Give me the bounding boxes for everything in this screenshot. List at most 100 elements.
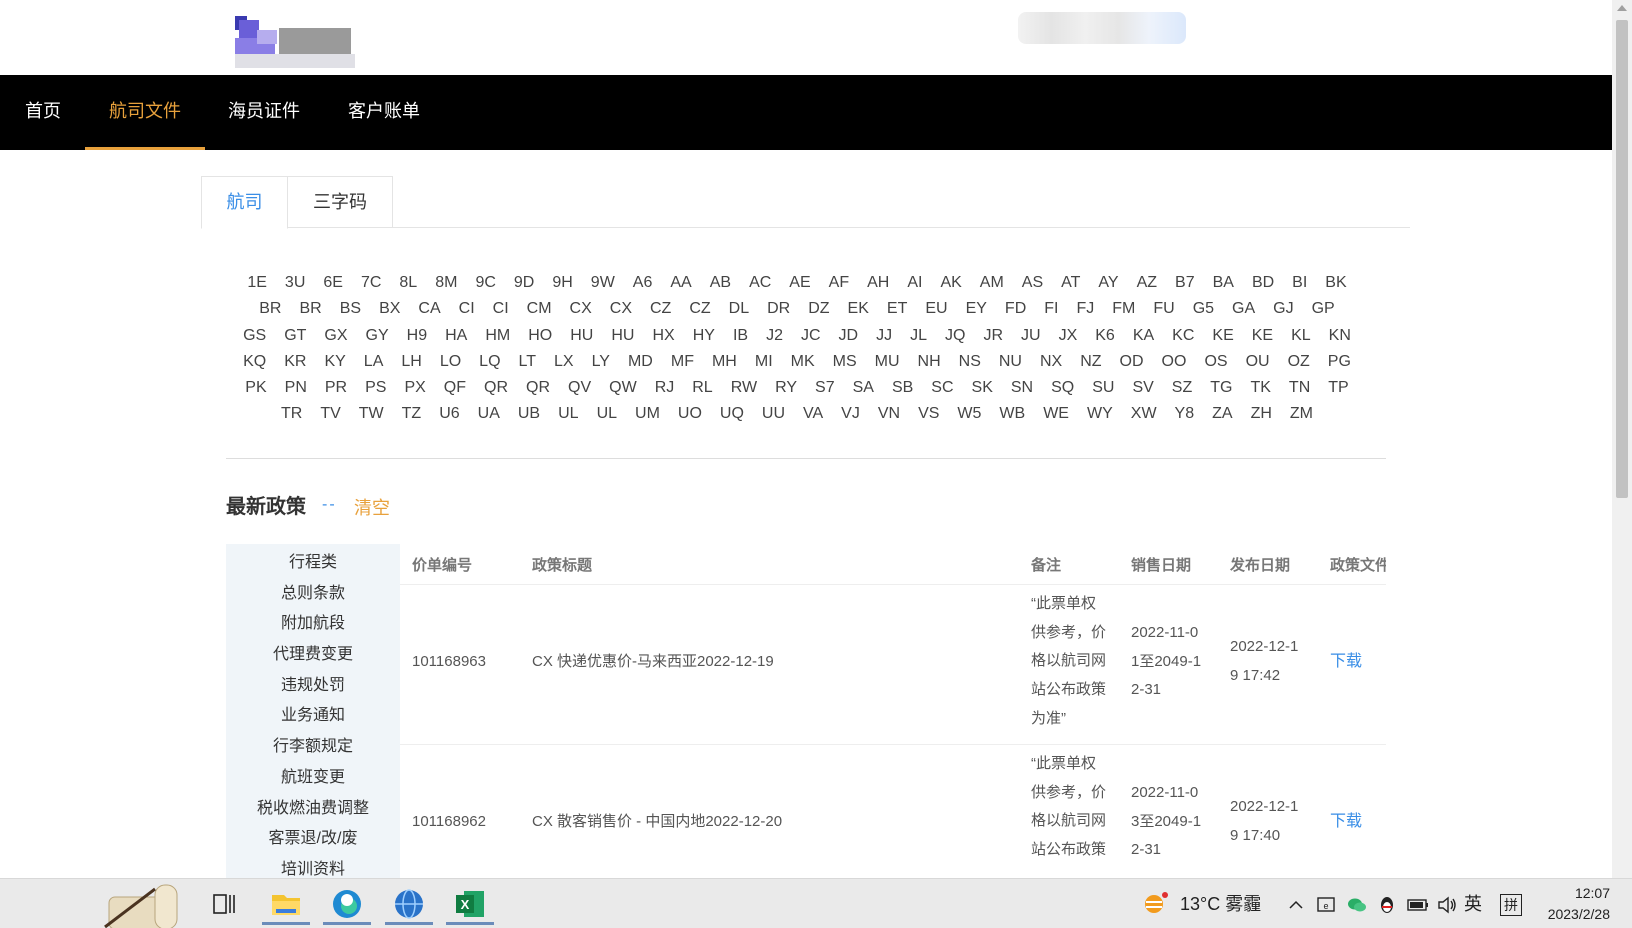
airline-code-link[interactable]: FM — [1112, 296, 1135, 322]
airline-code-link[interactable]: NU — [999, 349, 1022, 375]
category-item[interactable]: 行程类 — [226, 548, 400, 579]
airline-code-link[interactable]: AH — [867, 270, 889, 296]
airline-code-link[interactable]: KR — [284, 349, 306, 375]
airline-code-link[interactable]: RL — [692, 375, 712, 401]
airline-code-link[interactable]: DR — [767, 296, 790, 322]
airline-code-link[interactable]: BK — [1325, 270, 1346, 296]
airline-code-link[interactable]: MS — [833, 349, 857, 375]
airline-code-link[interactable]: 6E — [323, 270, 343, 296]
user-info[interactable] — [1018, 12, 1186, 44]
airline-code-link[interactable]: UA — [478, 401, 500, 427]
site-logo[interactable] — [235, 8, 360, 73]
airline-code-link[interactable]: VJ — [841, 401, 860, 427]
file-explorer-icon[interactable] — [262, 883, 310, 925]
airline-code-link[interactable]: U6 — [439, 401, 459, 427]
nav-seaman-certificates[interactable]: 海员证件 — [222, 75, 306, 150]
airline-code-link[interactable]: HX — [652, 323, 674, 349]
airline-code-link[interactable]: MU — [875, 349, 900, 375]
airline-code-link[interactable]: TW — [359, 401, 384, 427]
airline-code-link[interactable]: ZH — [1251, 401, 1272, 427]
airline-code-link[interactable]: SQ — [1051, 375, 1074, 401]
download-link[interactable]: 下载 — [1330, 648, 1362, 677]
airline-code-link[interactable]: HU — [611, 323, 634, 349]
airline-code-link[interactable]: EK — [848, 296, 869, 322]
airline-code-link[interactable]: 8L — [399, 270, 417, 296]
airline-code-link[interactable]: CI — [459, 296, 475, 322]
ime-language[interactable]: 英 — [1464, 879, 1482, 928]
excel-icon[interactable]: X — [446, 883, 494, 925]
airline-code-link[interactable]: AC — [749, 270, 771, 296]
airline-code-link[interactable]: OZ — [1288, 349, 1310, 375]
airline-code-link[interactable]: DZ — [808, 296, 829, 322]
airline-code-link[interactable]: PG — [1328, 349, 1351, 375]
airline-code-link[interactable]: AY — [1098, 270, 1118, 296]
airline-code-link[interactable]: KC — [1172, 323, 1194, 349]
airline-code-link[interactable]: BS — [340, 296, 361, 322]
airline-code-link[interactable]: SA — [853, 375, 874, 401]
airline-code-link[interactable]: QW — [609, 375, 637, 401]
category-item[interactable]: 航班变更 — [226, 763, 400, 794]
policy-title[interactable]: CX 快递优惠价-马来西亚2022-12-19 — [532, 648, 774, 677]
airline-code-link[interactable]: BR — [259, 296, 281, 322]
airline-code-link[interactable]: TN — [1289, 375, 1310, 401]
airline-code-link[interactable]: FU — [1153, 296, 1174, 322]
airline-code-link[interactable]: GP — [1312, 296, 1335, 322]
clear-button[interactable]: 清空 — [354, 494, 390, 520]
airline-code-link[interactable]: HU — [570, 323, 593, 349]
airline-code-link[interactable]: FD — [1005, 296, 1026, 322]
airline-code-link[interactable]: SB — [892, 375, 913, 401]
scrollbar-thumb[interactable] — [1616, 20, 1628, 498]
airline-code-link[interactable]: UL — [597, 401, 617, 427]
download-link[interactable]: 下载 — [1330, 808, 1362, 837]
qq-icon[interactable] — [1376, 879, 1398, 928]
airline-code-link[interactable]: JC — [801, 323, 821, 349]
airline-code-link[interactable]: W5 — [957, 401, 981, 427]
airline-code-link[interactable]: ZA — [1212, 401, 1232, 427]
airline-code-link[interactable]: HY — [693, 323, 715, 349]
airline-code-link[interactable]: PX — [404, 375, 425, 401]
airline-code-link[interactable]: 7C — [361, 270, 381, 296]
airline-code-link[interactable]: LQ — [479, 349, 500, 375]
airline-code-link[interactable]: GJ — [1273, 296, 1293, 322]
airline-code-link[interactable]: PS — [365, 375, 386, 401]
airline-code-link[interactable]: BI — [1292, 270, 1307, 296]
airline-code-link[interactable]: RY — [775, 375, 797, 401]
airline-code-link[interactable]: OD — [1120, 349, 1144, 375]
airline-code-link[interactable]: GY — [366, 323, 389, 349]
airline-code-link[interactable]: 1E — [247, 270, 267, 296]
airline-code-link[interactable]: 9C — [475, 270, 495, 296]
airline-code-link[interactable]: CI — [493, 296, 509, 322]
airline-code-link[interactable]: JQ — [945, 323, 965, 349]
tab-airline[interactable]: 航司 — [201, 176, 288, 229]
airline-code-link[interactable]: LH — [401, 349, 421, 375]
category-item[interactable]: 业务通知 — [226, 701, 400, 732]
battery-icon[interactable] — [1406, 879, 1430, 928]
airline-code-link[interactable]: OU — [1246, 349, 1270, 375]
airline-code-link[interactable]: AK — [940, 270, 961, 296]
airline-code-link[interactable]: QF — [444, 375, 466, 401]
airline-code-link[interactable]: VS — [918, 401, 939, 427]
airline-code-link[interactable]: K6 — [1095, 323, 1115, 349]
airline-code-link[interactable]: GX — [324, 323, 347, 349]
airline-code-link[interactable]: BA — [1213, 270, 1234, 296]
airline-code-link[interactable]: S7 — [815, 375, 835, 401]
airline-code-link[interactable]: AZ — [1137, 270, 1157, 296]
airline-code-link[interactable]: 3U — [285, 270, 305, 296]
airline-code-link[interactable]: 8M — [435, 270, 457, 296]
airline-code-link[interactable]: JD — [839, 323, 859, 349]
airline-code-link[interactable]: GS — [243, 323, 266, 349]
airline-code-link[interactable]: CZ — [650, 296, 671, 322]
weather-icon[interactable] — [1140, 879, 1170, 928]
airline-code-link[interactable]: G5 — [1193, 296, 1214, 322]
category-item[interactable]: 违规处罚 — [226, 671, 400, 702]
airline-code-link[interactable]: MD — [628, 349, 653, 375]
airline-code-link[interactable]: B7 — [1175, 270, 1195, 296]
airline-code-link[interactable]: EU — [925, 296, 947, 322]
airline-code-link[interactable]: 9D — [514, 270, 534, 296]
airline-code-link[interactable]: LT — [519, 349, 536, 375]
airline-code-link[interactable]: TP — [1328, 375, 1348, 401]
airline-code-link[interactable]: MI — [755, 349, 773, 375]
airline-code-link[interactable]: CX — [570, 296, 592, 322]
airline-code-link[interactable]: GT — [284, 323, 306, 349]
airline-code-link[interactable]: JR — [983, 323, 1003, 349]
